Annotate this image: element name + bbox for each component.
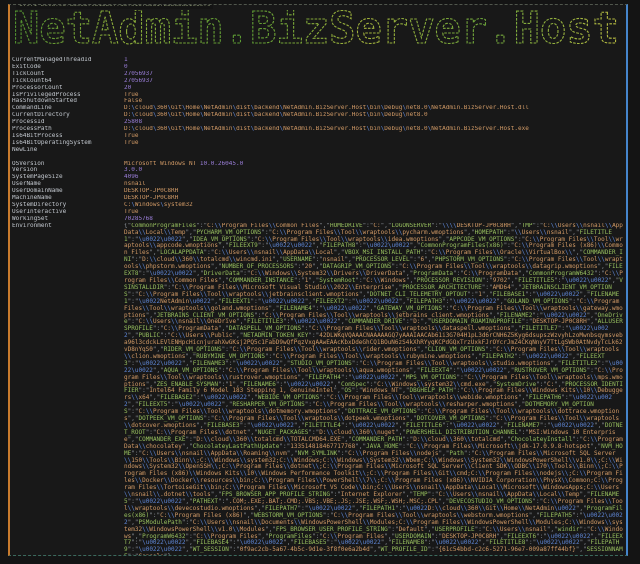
property-name: WorkingSet bbox=[12, 216, 124, 223]
property-value: True bbox=[124, 140, 625, 147]
property-value: False bbox=[124, 98, 625, 105]
property-value: 4096 bbox=[124, 174, 625, 181]
property-name: HasShutdownStarted bbox=[12, 98, 124, 105]
property-value: C:\Windows\system32 bbox=[124, 202, 625, 209]
property-value: 1 bbox=[124, 57, 625, 64]
property-value: nsnail bbox=[124, 181, 625, 188]
property-name: UserDomainName bbox=[12, 188, 124, 195]
property-name: Is64BitOperatingSystem bbox=[12, 140, 124, 147]
property-name: CommandLine bbox=[12, 105, 124, 112]
property-value: True bbox=[124, 92, 625, 99]
property-value: 0 bbox=[124, 64, 625, 71]
property-name: UserInteractive bbox=[12, 209, 124, 216]
banner-text: NetAdmin.BizServer.Host bbox=[13, 10, 619, 52]
property-value: 25808 bbox=[124, 119, 625, 126]
property-value bbox=[124, 147, 625, 154]
property-name: TickCount bbox=[12, 71, 124, 78]
property-value: True bbox=[124, 209, 625, 216]
property-name: Environment bbox=[12, 223, 124, 556]
properties-grid: CurrentManagedThreadId1ExitCode0TickCoun… bbox=[12, 57, 625, 556]
property-value: Microsoft Windows NT 10.0.26045.0 bbox=[124, 161, 625, 168]
property-name: NewLine bbox=[12, 147, 124, 154]
property-name: ProcessId bbox=[12, 119, 124, 126]
property-name: TickCount64 bbox=[12, 78, 124, 85]
property-value: D:\cloud\360\Git\Home\NetAdmin\dist\back… bbox=[124, 105, 625, 112]
banner: NetAdmin.BizServer.Host bbox=[12, 10, 626, 56]
property-name: CurrentManagedThreadId bbox=[12, 57, 124, 64]
blank-line bbox=[12, 154, 625, 161]
terminal-screen: 1.0.1-beta.98+8a05b79b1b25f7d5f516fa581f… bbox=[0, 0, 640, 564]
property-name: Version bbox=[12, 167, 124, 174]
property-name: ExitCode bbox=[12, 64, 124, 71]
property-name: ProcessorCount bbox=[12, 85, 124, 92]
property-value: {"CommonProgramFiles":"C:\\Program Files… bbox=[124, 223, 625, 556]
property-name: OSVersion bbox=[12, 161, 124, 168]
property-value: 20 bbox=[124, 85, 625, 92]
property-name: CurrentDirectory bbox=[12, 112, 124, 119]
property-name: IsPrivilegedProcess bbox=[12, 92, 124, 99]
property-name: SystemDirectory bbox=[12, 202, 124, 209]
property-name: MachineName bbox=[12, 195, 124, 202]
property-value: D:\cloud\360\Git\Home\NetAdmin\dist\back… bbox=[124, 112, 625, 119]
property-name: ProcessPath bbox=[12, 126, 124, 133]
property-value: 3.0.0 bbox=[124, 167, 625, 174]
property-value: 70285768 bbox=[124, 216, 625, 223]
property-value: DESKTOP-JP0C8RH bbox=[124, 195, 625, 202]
console-panel: 1.0.1-beta.98+8a05b79b1b25f7d5f516fa581f… bbox=[8, 4, 628, 556]
property-value: 27056937 bbox=[124, 78, 625, 85]
property-name: SystemPageSize bbox=[12, 174, 124, 181]
property-name: UserName bbox=[12, 181, 124, 188]
property-value: DESKTOP-JP0C8RH bbox=[124, 188, 625, 195]
property-value: D:\cloud\360\Git\Home\NetAdmin\dist\back… bbox=[124, 126, 625, 133]
ascii-art-banner: NetAdmin.BizServer.Host bbox=[12, 10, 624, 52]
property-name: Is64BitProcess bbox=[12, 133, 124, 140]
property-value: True bbox=[124, 133, 625, 140]
version-label: 1.0.1-beta.98+8a05b79b1b25f7d5f516fa581f… bbox=[16, 4, 213, 9]
property-value: 27056937 bbox=[124, 71, 625, 78]
